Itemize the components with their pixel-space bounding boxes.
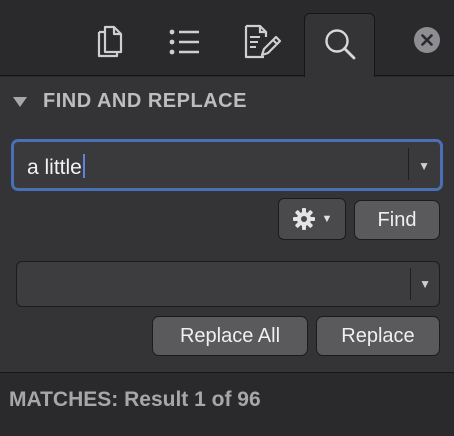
close-button[interactable] bbox=[414, 27, 440, 53]
find-input[interactable]: a little bbox=[27, 154, 85, 180]
replace-history-dropdown[interactable]: ▼ bbox=[419, 277, 431, 291]
find-field[interactable]: a little ▼ bbox=[11, 139, 443, 191]
find-history-dropdown[interactable]: ▼ bbox=[418, 159, 430, 173]
find-button[interactable]: Find bbox=[354, 200, 440, 240]
section-title: FIND AND REPLACE bbox=[43, 90, 247, 112]
edit-document-icon bbox=[244, 24, 282, 59]
list-icon bbox=[169, 29, 199, 55]
dropdown-separator bbox=[408, 148, 409, 180]
chevron-down-icon: ▼ bbox=[418, 159, 430, 173]
tab-list[interactable] bbox=[163, 20, 207, 64]
replace-all-button[interactable]: Replace All bbox=[152, 316, 308, 356]
chevron-down-icon: ▼ bbox=[419, 277, 431, 291]
replace-field[interactable]: ▼ bbox=[16, 261, 440, 307]
disclosure-triangle-icon[interactable] bbox=[12, 96, 28, 108]
gear-icon bbox=[292, 208, 315, 230]
documents-icon bbox=[97, 25, 123, 58]
close-icon bbox=[421, 34, 433, 46]
dropdown-separator bbox=[410, 268, 411, 300]
matches-status: MATCHES: Result 1 of 96 bbox=[9, 388, 261, 411]
search-icon bbox=[325, 29, 356, 60]
tab-edit[interactable] bbox=[240, 20, 284, 64]
find-input-value: a little bbox=[27, 156, 82, 179]
find-options-button[interactable]: ▼ bbox=[278, 198, 346, 240]
tab-documents[interactable] bbox=[88, 20, 132, 64]
replace-button[interactable]: Replace bbox=[316, 316, 440, 356]
chevron-down-icon: ▼ bbox=[321, 213, 333, 225]
text-caret bbox=[82, 154, 85, 178]
tab-search[interactable] bbox=[304, 13, 375, 77]
inspector-toolbar bbox=[0, 0, 454, 77]
